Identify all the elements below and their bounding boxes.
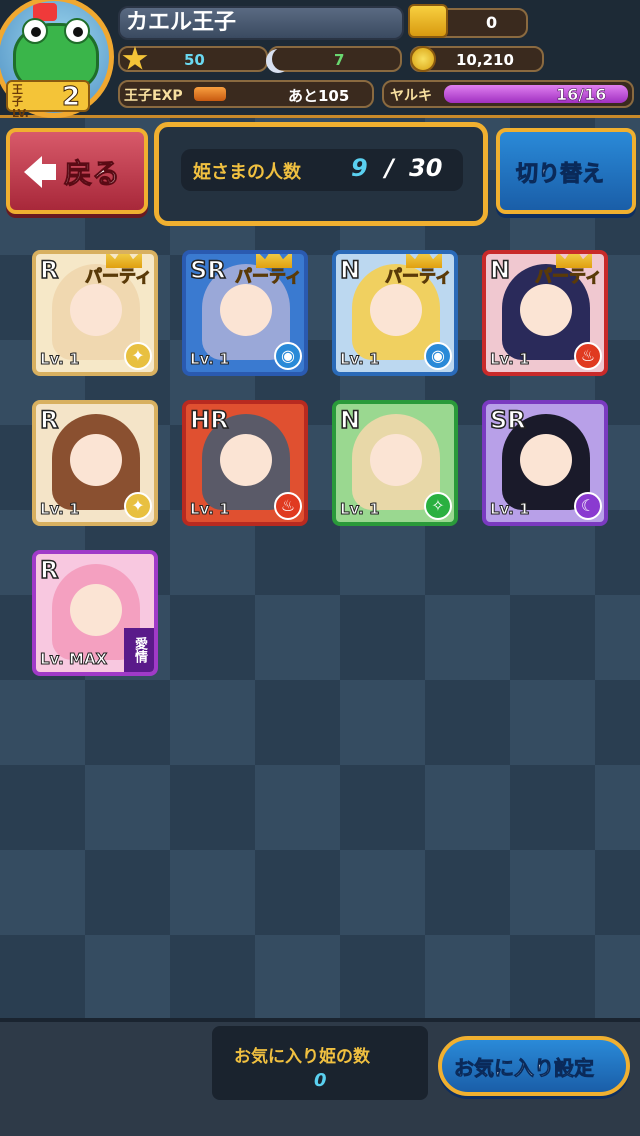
player-status-bar: 王子LV. 2 カエル王子 0 50 7 10,210 王子EXP あと105 … — [0, 0, 640, 120]
card-level: Lv. 1 — [339, 350, 380, 369]
favorite-count-panel: お気に入り姫の数 0 — [212, 1026, 428, 1100]
card-level: Lv. 1 — [189, 350, 230, 369]
switch-button[interactable]: 切り替え — [496, 128, 636, 214]
princess-card[interactable]: N パーティ Lv. 1 ♨ — [482, 250, 608, 376]
level-value: 2 — [61, 82, 81, 113]
player-name: カエル王子 — [118, 6, 404, 40]
wind-icon: ✧ — [424, 492, 452, 520]
rarity-label: N — [339, 405, 361, 435]
rarity-label: SR — [489, 405, 526, 435]
princess-card[interactable]: N パーティ Lv. 1 ◉ — [332, 250, 458, 376]
back-button[interactable]: 戻る — [6, 128, 148, 214]
back-label: 戻る — [63, 157, 121, 191]
level-label: 王子LV. — [12, 83, 29, 120]
princess-card[interactable]: R Lv. 1 ✦ — [32, 400, 158, 526]
rarity-label: N — [339, 255, 361, 285]
coin-count-display: 10,210 — [410, 46, 544, 72]
princess-count-separator: / — [385, 154, 394, 182]
princess-card[interactable]: R パーティ Lv. 1 ✦ — [32, 250, 158, 376]
party-badge: パーティ — [535, 267, 603, 288]
rarity-label: R — [39, 555, 59, 585]
gold-coin-icon — [410, 46, 436, 72]
princess-count-max: 30 — [409, 154, 443, 182]
water-icon: ◉ — [274, 342, 302, 370]
rarity-label: R — [39, 255, 59, 285]
star-count-display: 50 — [118, 46, 268, 72]
princess-card[interactable]: SR パーティ Lv. 1 ◉ — [182, 250, 308, 376]
yaruki-label: ヤルキ — [390, 88, 432, 104]
player-level-badge: 王子LV. 2 — [6, 80, 90, 120]
party-badge: パーティ — [235, 267, 303, 288]
card-level: Lv. 1 — [489, 350, 530, 369]
moon-count-display: 7 — [268, 46, 402, 72]
prince-exp-bar: 王子EXP あと105 — [118, 80, 374, 108]
royal-crown-icon — [408, 4, 448, 38]
light-icon: ✦ — [124, 342, 152, 370]
favorite-settings-button[interactable]: お気に入り設定 — [438, 1036, 630, 1096]
card-level: Lv. 1 — [339, 500, 380, 519]
princess-card[interactable]: R Lv. MAX 愛情 — [32, 550, 158, 676]
party-badge: パーティ — [85, 267, 153, 288]
water-icon: ◉ — [424, 342, 452, 370]
card-level: Lv. 1 — [39, 350, 80, 369]
exp-remaining: あと105 — [288, 87, 350, 105]
star-count: 50 — [184, 51, 205, 69]
fire-icon: ♨ — [574, 342, 602, 370]
exp-fill — [194, 87, 226, 101]
card-level: Lv. 1 — [39, 500, 80, 519]
rarity-label: R — [39, 405, 59, 435]
star-icon — [122, 46, 148, 70]
switch-label: 切り替え — [515, 162, 605, 188]
fire-icon: ♨ — [274, 492, 302, 520]
card-level: Lv. MAX — [39, 650, 108, 669]
princess-card[interactable]: N Lv. 1 ✧ — [332, 400, 458, 526]
rarity-label: HR — [189, 405, 229, 435]
coin-count: 10,210 — [456, 51, 514, 69]
princess-count-label: 姫さまの人数 — [193, 162, 301, 183]
exp-label: 王子EXP — [124, 88, 183, 104]
moon-icon — [272, 47, 296, 71]
princess-card[interactable]: SR Lv. 1 ☾ — [482, 400, 608, 526]
favorite-settings-label: お気に入り設定 — [454, 1056, 595, 1081]
yaruki-value: 16/16 — [556, 85, 607, 105]
back-arrow-stem — [40, 164, 56, 180]
light-icon: ✦ — [124, 492, 152, 520]
princess-count-panel: 姫さまの人数 9 / 30 — [154, 122, 488, 226]
crown-count-display: 0 — [408, 4, 528, 38]
rarity-label: N — [489, 255, 511, 285]
princess-count-box: 姫さまの人数 9 / 30 — [181, 149, 463, 191]
moon-icon: ☾ — [574, 492, 602, 520]
yaruki-bar: ヤルキ 16/16 — [382, 80, 634, 108]
affection-badge: 愛情 — [124, 628, 154, 672]
favorite-count-value: 0 — [314, 1070, 327, 1091]
crown-count: 0 — [486, 13, 498, 32]
party-badge: パーティ — [385, 267, 453, 288]
favorite-count-label: お気に入り姫の数 — [234, 1047, 370, 1067]
princess-count-current: 9 — [351, 154, 368, 182]
card-level: Lv. 1 — [189, 500, 230, 519]
card-level: Lv. 1 — [489, 500, 530, 519]
moon-count: 7 — [334, 51, 345, 69]
princess-card[interactable]: HR Lv. 1 ♨ — [182, 400, 308, 526]
rarity-label: SR — [189, 255, 226, 285]
